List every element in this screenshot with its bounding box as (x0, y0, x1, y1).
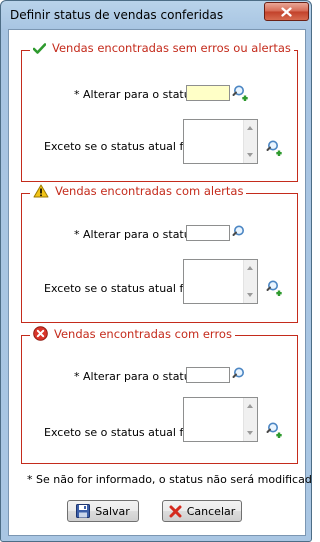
except-status-list[interactable] (183, 259, 258, 304)
close-button[interactable] (264, 2, 309, 21)
check-icon (33, 42, 46, 54)
except-status-list[interactable] (183, 397, 258, 442)
search-icon[interactable] (232, 224, 250, 242)
group-errors: Vendas encontradas com erros * Alterar p… (21, 326, 298, 464)
search-icon[interactable] (266, 421, 284, 439)
scrollbar[interactable] (243, 260, 257, 303)
group-title: Vendas encontradas com alertas (55, 184, 244, 198)
window-title: Definir status de vendas conferidas (10, 8, 224, 22)
title-bar[interactable]: Definir status de vendas conferidas (1, 1, 311, 29)
except-status-label: Exceto se o status atual for (44, 282, 195, 295)
except-status-label: Exceto se o status atual for (44, 426, 195, 439)
cancel-button[interactable]: Cancelar (162, 500, 242, 522)
search-icon[interactable] (232, 366, 250, 384)
close-icon (281, 6, 292, 17)
search-icon[interactable] (266, 139, 284, 157)
alter-status-label: * Alterar para o status (74, 370, 197, 383)
group-legend: Vendas encontradas com alertas (30, 184, 247, 198)
alter-status-label: * Alterar para o status (74, 88, 197, 101)
group-legend: Vendas encontradas sem erros ou alertas (30, 41, 294, 55)
error-icon (33, 326, 48, 341)
warning-icon (33, 184, 49, 198)
group-title: Vendas encontradas sem erros ou alertas (52, 41, 291, 55)
search-icon[interactable] (266, 279, 284, 297)
alter-status-input[interactable] (186, 225, 230, 241)
group-legend: Vendas encontradas com erros (30, 326, 235, 341)
alter-status-input[interactable] (186, 85, 230, 101)
dialog-window: Definir status de vendas conferidas Vend… (0, 0, 312, 542)
group-title: Vendas encontradas com erros (54, 326, 232, 341)
save-button[interactable]: Salvar (67, 500, 139, 522)
alter-status-label: * Alterar para o status (74, 228, 197, 241)
footnote: * Se não for informado, o status não ser… (27, 473, 312, 486)
cancel-icon (169, 505, 182, 517)
group-no-errors: Vendas encontradas sem erros ou alertas … (21, 41, 298, 182)
scrollbar[interactable] (243, 120, 257, 163)
group-alerts: Vendas encontradas com alertas * Alterar… (21, 184, 298, 323)
search-icon[interactable] (232, 84, 250, 102)
scrollbar[interactable] (243, 398, 257, 441)
dialog-content: Vendas encontradas sem erros ou alertas … (8, 29, 311, 536)
alter-status-input[interactable] (186, 367, 230, 383)
cancel-button-label: Cancelar (186, 504, 236, 518)
save-button-label: Salvar (95, 504, 130, 518)
except-status-label: Exceto se o status atual for (44, 140, 195, 153)
except-status-list[interactable] (183, 119, 258, 164)
floppy-disk-icon (76, 504, 91, 518)
